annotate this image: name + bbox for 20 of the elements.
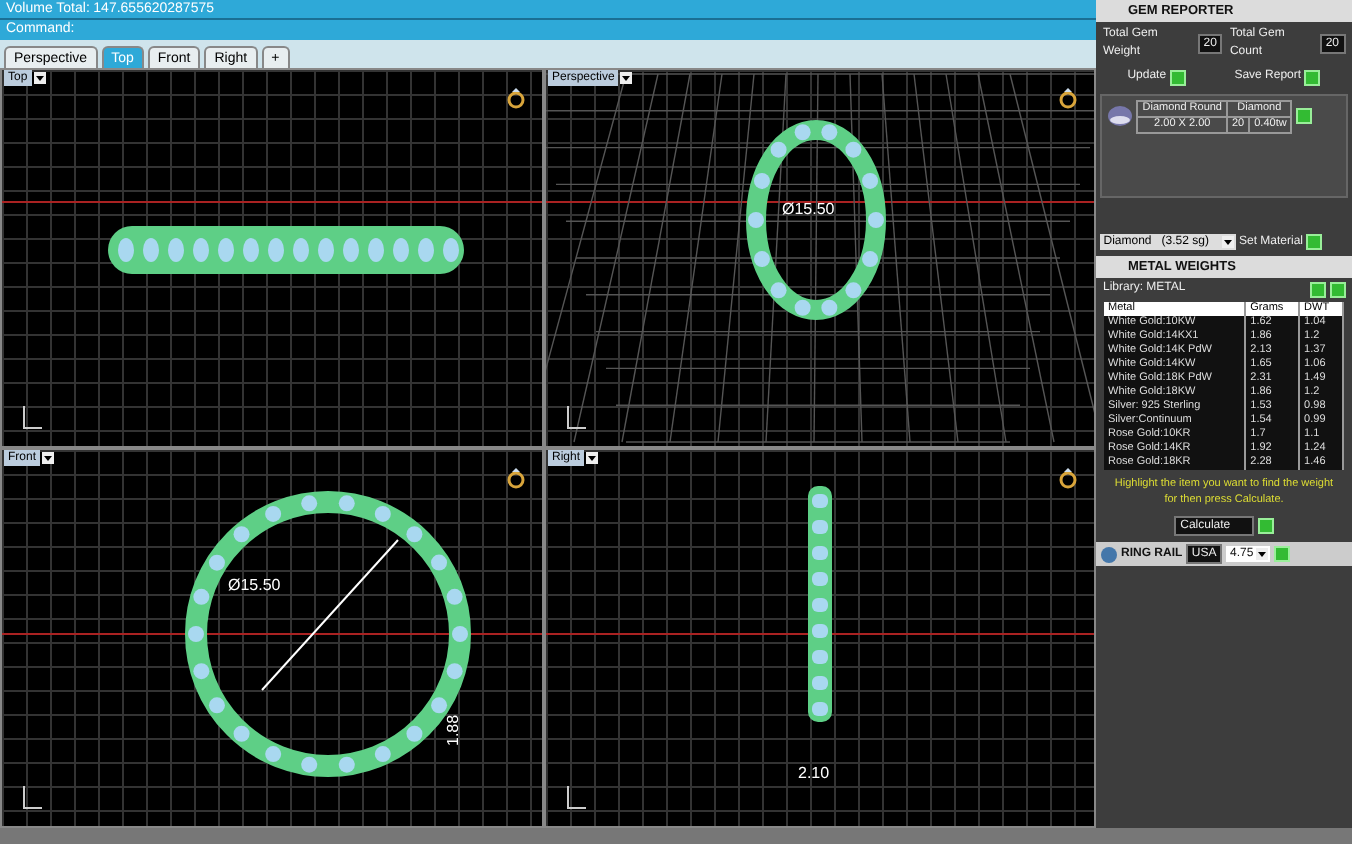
go-button[interactable] bbox=[1304, 69, 1321, 86]
axis-icon bbox=[18, 402, 46, 434]
dimension-label: 1.88 bbox=[444, 714, 462, 746]
ring-icon bbox=[1058, 86, 1078, 110]
caret-icon bbox=[1256, 548, 1269, 560]
go-button[interactable] bbox=[1169, 69, 1186, 86]
ring-icon bbox=[1058, 466, 1078, 490]
ring-icon bbox=[506, 86, 526, 110]
gem-icon bbox=[1105, 104, 1133, 128]
ring-icon bbox=[506, 466, 526, 490]
go-button[interactable] bbox=[1296, 108, 1313, 124]
caret-icon bbox=[1221, 236, 1234, 249]
dimension-label: Ø15.50 bbox=[228, 576, 281, 594]
axis-icon bbox=[18, 782, 46, 814]
axis-icon bbox=[562, 782, 590, 814]
globe-icon bbox=[1099, 545, 1118, 563]
axis-icon bbox=[562, 402, 590, 434]
dimension-label: Ø15.50 bbox=[782, 200, 835, 218]
dimension-label: 2.10 bbox=[798, 764, 830, 782]
go-button[interactable] bbox=[1306, 234, 1323, 251]
